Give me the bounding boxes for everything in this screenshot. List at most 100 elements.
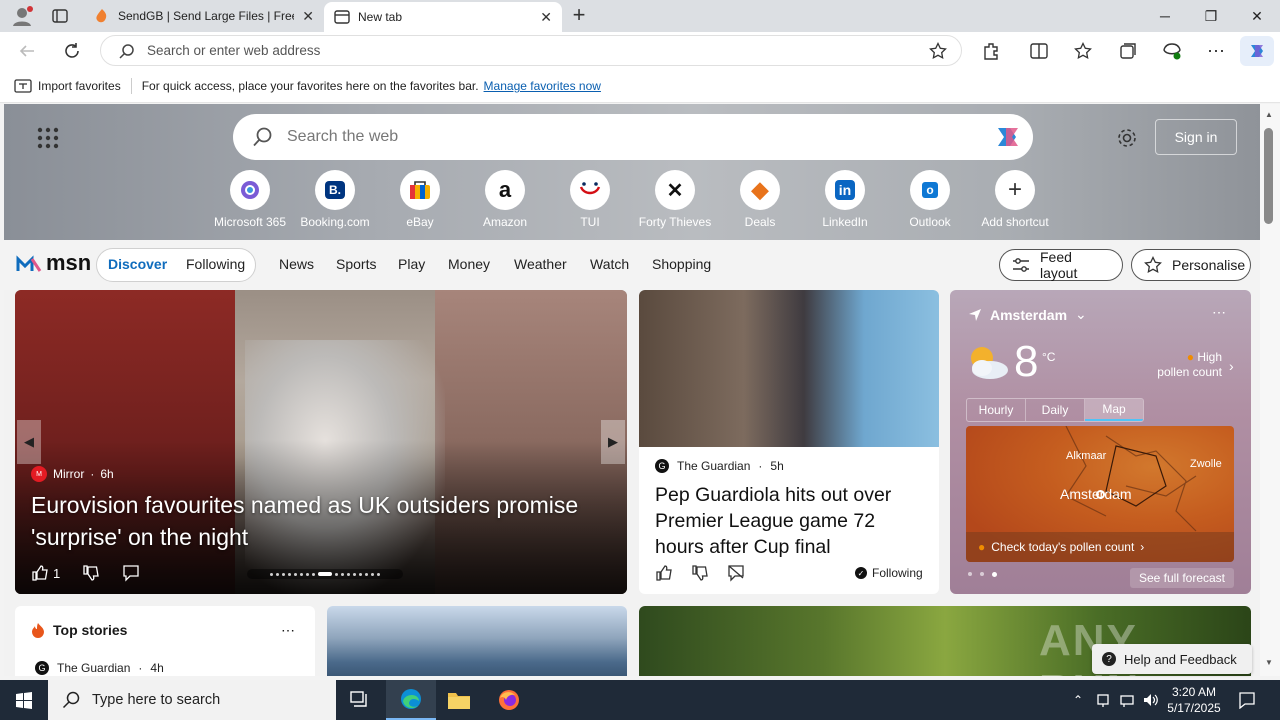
tab-following[interactable]: Following xyxy=(186,256,245,272)
comment-button[interactable] xyxy=(727,564,745,582)
shortcut-booking[interactable]: B. Booking.com xyxy=(293,170,377,229)
pollen-summary[interactable]: ● High pollen count xyxy=(1134,350,1222,380)
tab-new-tab[interactable]: New tab ✕ xyxy=(324,2,562,32)
more-options-icon[interactable]: ⋯ xyxy=(281,622,295,639)
pollen-cta[interactable]: ● Check today's pollen count › xyxy=(966,532,1234,562)
carousel-next-button[interactable]: ▶ xyxy=(601,420,625,464)
web-search-box[interactable]: Search the web xyxy=(233,114,1033,160)
story-card-lake[interactable] xyxy=(327,606,627,676)
dislike-button[interactable] xyxy=(82,564,100,582)
profile-icon[interactable] xyxy=(10,5,34,27)
address-bar[interactable]: Search or enter web address xyxy=(100,35,962,66)
page-scrollbar[interactable]: ▲ ▼ xyxy=(1260,104,1280,676)
shortcut-amazon[interactable]: a Amazon xyxy=(463,170,547,229)
task-view-button[interactable] xyxy=(340,680,380,720)
weather-location[interactable]: Amsterdam ⌄ xyxy=(968,306,1087,323)
hero-headline[interactable]: Eurovision favourites named as UK outsid… xyxy=(31,489,621,553)
help-and-feedback-button[interactable]: ? Help and Feedback xyxy=(1092,644,1252,674)
system-clock[interactable]: 3:20 AM 5/17/2025 xyxy=(1164,680,1224,720)
start-button[interactable] xyxy=(0,680,48,720)
shortcut-microsoft-365[interactable]: Microsoft 365 xyxy=(208,170,292,229)
back-button[interactable] xyxy=(12,38,42,64)
taskbar-search-input[interactable]: Type here to search xyxy=(92,692,220,708)
shortcut-tui[interactable]: TUI xyxy=(548,170,632,229)
address-input[interactable]: Search or enter web address xyxy=(147,43,320,58)
sign-in-button[interactable]: Sign in xyxy=(1155,119,1237,155)
taskbar-edge[interactable] xyxy=(386,680,436,720)
apps-launcher-icon[interactable] xyxy=(37,127,59,149)
taskbar-file-explorer[interactable] xyxy=(436,680,482,720)
msn-logo[interactable]: msn xyxy=(16,250,91,276)
weather-carousel-dots[interactable] xyxy=(968,572,997,577)
like-button[interactable]: 1 xyxy=(31,564,60,582)
following-badge[interactable]: ✓ Following xyxy=(855,566,923,580)
copilot-icon[interactable] xyxy=(993,122,1023,152)
carousel-prev-button[interactable]: ◀ xyxy=(17,420,41,464)
nav-shopping[interactable]: Shopping xyxy=(652,256,711,272)
favorites-icon[interactable] xyxy=(1068,38,1098,64)
split-screen-icon[interactable] xyxy=(1024,38,1054,64)
favorite-star-icon[interactable] xyxy=(929,41,947,60)
restore-button[interactable]: ❐ xyxy=(1188,0,1234,32)
personalise-button[interactable]: Personalise xyxy=(1131,249,1251,281)
collections-icon[interactable] xyxy=(1113,38,1143,64)
feed-layout-button[interactable]: Feed layout xyxy=(999,249,1123,281)
copilot-button[interactable] xyxy=(1240,36,1274,66)
web-search-input[interactable]: Search the web xyxy=(287,128,398,146)
story-card-guardiola[interactable]: G The Guardian · 5h Pep Guardiola hits o… xyxy=(639,290,939,594)
weather-card[interactable]: Amsterdam ⌄ ⋯ 8 °C ● High pollen count ›… xyxy=(950,290,1251,594)
hero-story-card[interactable]: ◀ ▶ M Mirror · 6h Eurovision favourites … xyxy=(15,290,627,594)
chevron-right-icon[interactable]: › xyxy=(1229,358,1234,374)
comment-button[interactable] xyxy=(122,564,140,582)
scroll-up-icon[interactable]: ▲ xyxy=(1265,110,1273,119)
new-tab-button[interactable]: + xyxy=(568,4,590,27)
extensions-icon[interactable] xyxy=(976,38,1006,64)
carousel-dots[interactable] xyxy=(247,569,403,579)
add-shortcut-button[interactable]: + Add shortcut xyxy=(973,170,1057,229)
like-button[interactable] xyxy=(655,564,673,582)
close-icon[interactable]: ✕ xyxy=(540,9,552,26)
nav-watch[interactable]: Watch xyxy=(590,256,629,272)
close-icon[interactable]: ✕ xyxy=(302,8,314,25)
minimize-button[interactable]: ─ xyxy=(1142,0,1188,32)
tab-daily[interactable]: Daily xyxy=(1026,399,1085,421)
nav-weather[interactable]: Weather xyxy=(514,256,567,272)
volume-icon[interactable] xyxy=(1140,680,1162,720)
nav-news[interactable]: News xyxy=(279,256,314,272)
close-window-button[interactable]: ✕ xyxy=(1234,0,1280,32)
tab-map[interactable]: Map xyxy=(1085,399,1143,421)
more-options-icon[interactable]: ⋯ xyxy=(1212,304,1226,321)
network-icon[interactable] xyxy=(1092,680,1114,720)
shortcut-deals[interactable]: ◆ Deals xyxy=(718,170,802,229)
taskbar-search[interactable]: Type here to search xyxy=(48,680,336,720)
import-favorites-button[interactable]: Import favorites xyxy=(38,79,121,93)
refresh-button[interactable] xyxy=(57,38,87,64)
tab-hourly[interactable]: Hourly xyxy=(967,399,1026,421)
nav-sports[interactable]: Sports xyxy=(336,256,376,272)
nav-money[interactable]: Money xyxy=(448,256,490,272)
settings-more-icon[interactable]: ⋯ xyxy=(1201,38,1231,64)
ethernet-icon[interactable] xyxy=(1116,680,1138,720)
page-settings-icon[interactable] xyxy=(1116,127,1138,149)
clock-date: 5/17/2025 xyxy=(1167,701,1221,715)
story-image xyxy=(639,290,939,447)
tab-discover[interactable]: Discover xyxy=(108,256,167,272)
scroll-down-icon[interactable]: ▼ xyxy=(1265,658,1273,667)
pollen-map[interactable]: Alkmaar Zwolle Amsterdam ● Check today's… xyxy=(966,426,1234,562)
see-full-forecast-link[interactable]: See full forecast xyxy=(1130,568,1234,588)
browser-essentials-icon[interactable] xyxy=(1157,38,1187,64)
story-headline[interactable]: Pep Guardiola hits out over Premier Leag… xyxy=(655,482,927,560)
shortcut-outlook[interactable]: o Outlook xyxy=(888,170,972,229)
dislike-button[interactable] xyxy=(691,564,709,582)
shortcut-ebay[interactable]: eBay xyxy=(378,170,462,229)
tab-actions-icon[interactable] xyxy=(52,8,68,24)
tab-sendgb[interactable]: SendGB | Send Large Files | Free f ✕ xyxy=(84,0,324,32)
manage-favorites-link[interactable]: Manage favorites now xyxy=(484,79,601,93)
shortcut-linkedin[interactable]: in LinkedIn xyxy=(803,170,887,229)
notifications-button[interactable] xyxy=(1230,680,1264,720)
shortcut-forty-thieves[interactable]: ✕ Forty Thieves xyxy=(633,170,717,229)
nav-play[interactable]: Play xyxy=(398,256,425,272)
show-hidden-icons-button[interactable]: ⌃ xyxy=(1068,680,1088,720)
taskbar-firefox[interactable] xyxy=(486,680,532,720)
scrollbar-thumb[interactable] xyxy=(1264,128,1273,224)
